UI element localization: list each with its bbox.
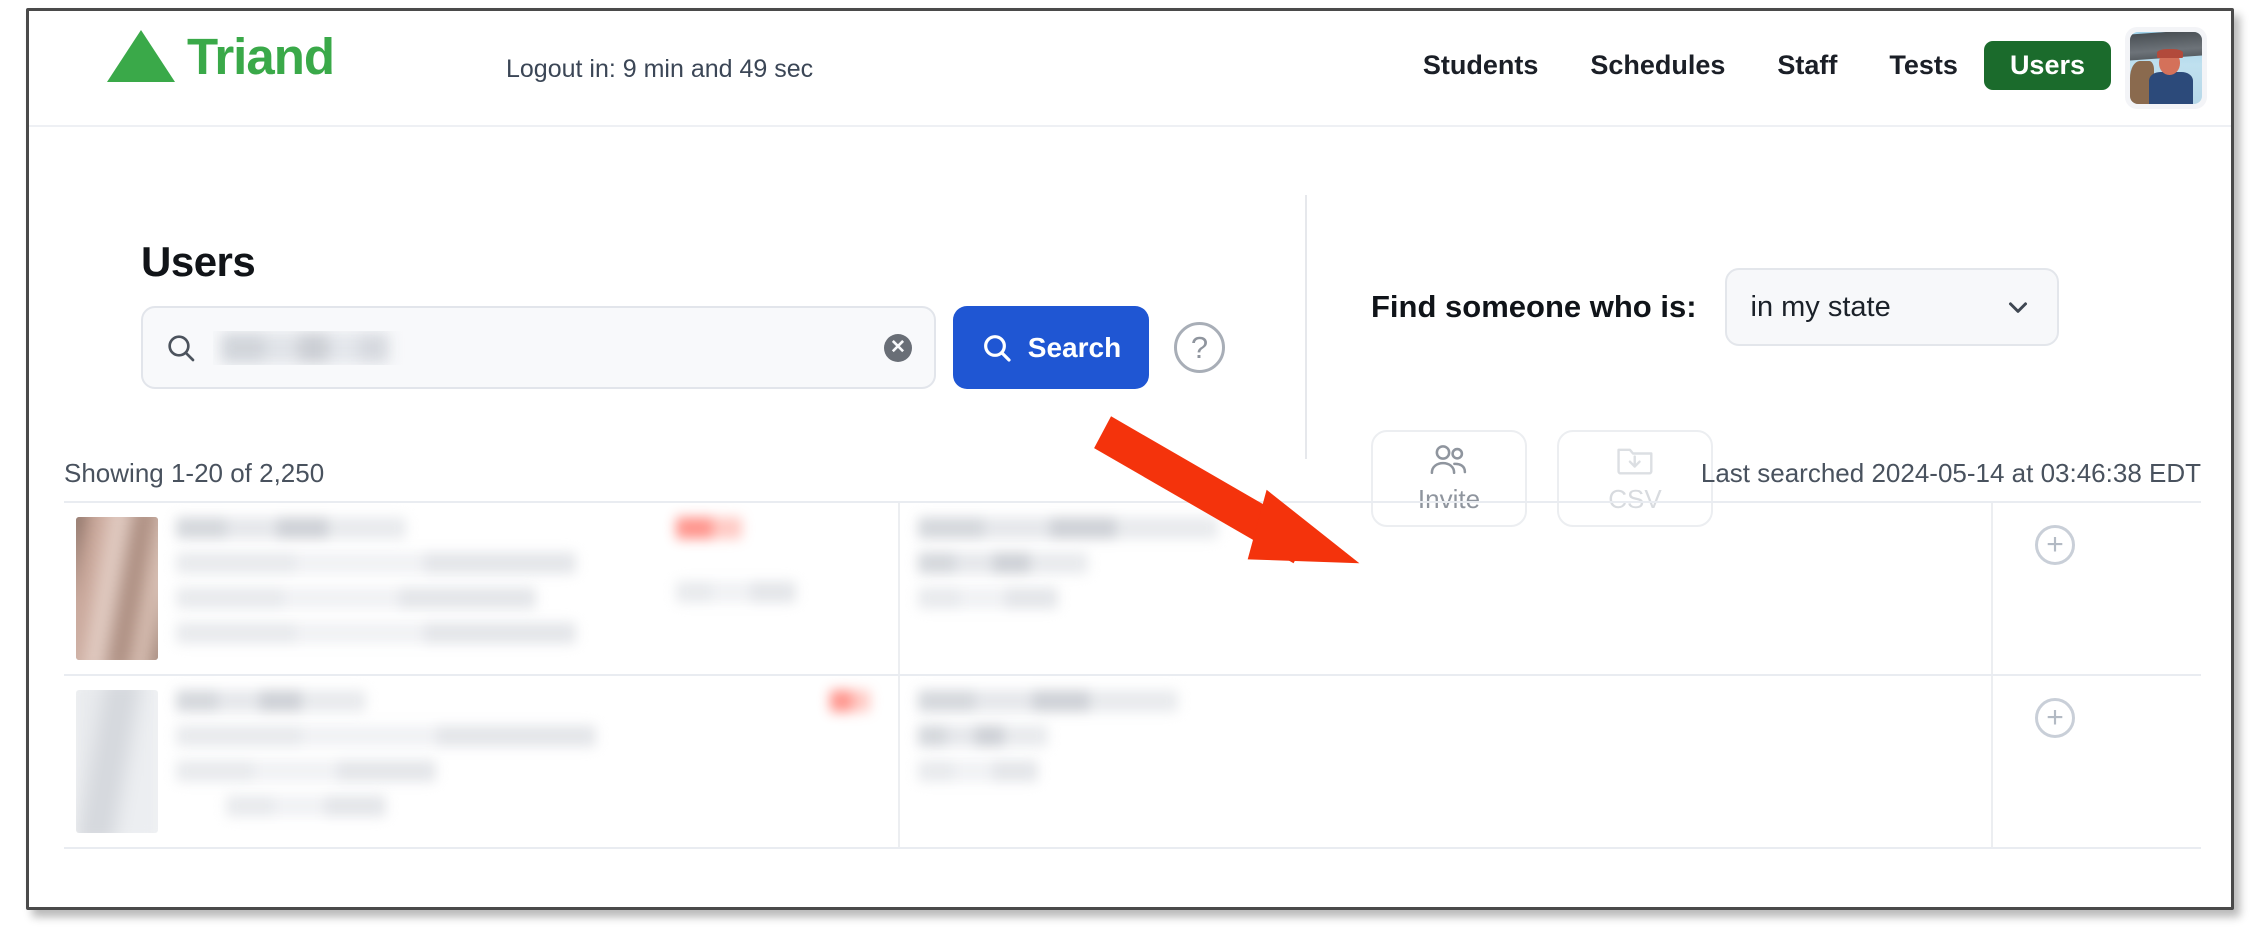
- row-detail-cell: [898, 503, 1991, 674]
- nav-item-tests[interactable]: Tests: [1863, 41, 1984, 90]
- filter-label: Find someone who is:: [1371, 289, 1697, 324]
- row-status-cell: [658, 676, 898, 847]
- filter-row: Find someone who is: in my state: [1371, 268, 2059, 346]
- results-list: + +: [64, 501, 2201, 907]
- help-question-icon[interactable]: ?: [1174, 322, 1225, 373]
- showing-count: Showing 1-20 of 2,250: [64, 458, 325, 488]
- search-icon: [168, 334, 195, 361]
- table-row[interactable]: +: [64, 503, 2201, 676]
- filter-select[interactable]: in my state: [1724, 268, 2059, 346]
- top-navigation-bar: Triand Logout in: 9 min and 49 sec Stude…: [29, 11, 2231, 127]
- green-triangle-icon: [107, 30, 175, 82]
- filter-select-value: in my state: [1750, 290, 1891, 323]
- search-input-wrapper[interactable]: ✕: [141, 306, 936, 389]
- row-action-cell: +: [1991, 503, 2201, 674]
- avatar[interactable]: [2125, 27, 2207, 109]
- clear-x-icon[interactable]: ✕: [884, 333, 912, 362]
- avatar-photo: [2130, 32, 2202, 104]
- main-content: Users ✕ Search ? Find someone who is: in…: [29, 127, 2231, 907]
- search-icon: [983, 334, 1011, 362]
- results-meta: Showing 1-20 of 2,250 Last searched 2024…: [64, 458, 2201, 489]
- page-title: Users: [141, 238, 256, 285]
- search-button[interactable]: Search: [953, 306, 1149, 389]
- chevron-down-icon: [2008, 302, 2027, 313]
- row-name-cell: [158, 676, 658, 847]
- table-row[interactable]: +: [64, 676, 2201, 849]
- row-detail-cell: [898, 676, 1991, 847]
- row-status-cell: [658, 503, 898, 674]
- plus-circle-icon[interactable]: +: [2035, 525, 2075, 565]
- row-avatar: [76, 690, 158, 833]
- search-input[interactable]: [213, 331, 874, 365]
- search-button-label: Search: [1027, 331, 1122, 363]
- search-row: ✕ Search ?: [141, 306, 1225, 389]
- nav-item-students[interactable]: Students: [1397, 41, 1565, 90]
- nav-links: Students Schedules Staff Tests Users: [1397, 41, 2111, 91]
- logout-timer: Logout in: 9 min and 49 sec: [506, 55, 814, 83]
- nav-item-users[interactable]: Users: [1983, 41, 2111, 91]
- last-searched: Last searched 2024-05-14 at 03:46:38 EDT: [1700, 458, 2201, 488]
- panel-divider: [1305, 195, 1307, 459]
- brand-logo[interactable]: Triand: [105, 27, 335, 85]
- nav-item-schedules[interactable]: Schedules: [1564, 41, 1751, 90]
- row-action-cell: +: [1991, 676, 2201, 847]
- nav-item-staff[interactable]: Staff: [1751, 41, 1863, 90]
- plus-circle-icon[interactable]: +: [2035, 698, 2075, 738]
- row-avatar: [76, 517, 158, 660]
- row-name-cell: [158, 503, 658, 674]
- brand-name: Triand: [187, 27, 335, 85]
- screenshot-frame: Triand Logout in: 9 min and 49 sec Stude…: [26, 8, 2234, 910]
